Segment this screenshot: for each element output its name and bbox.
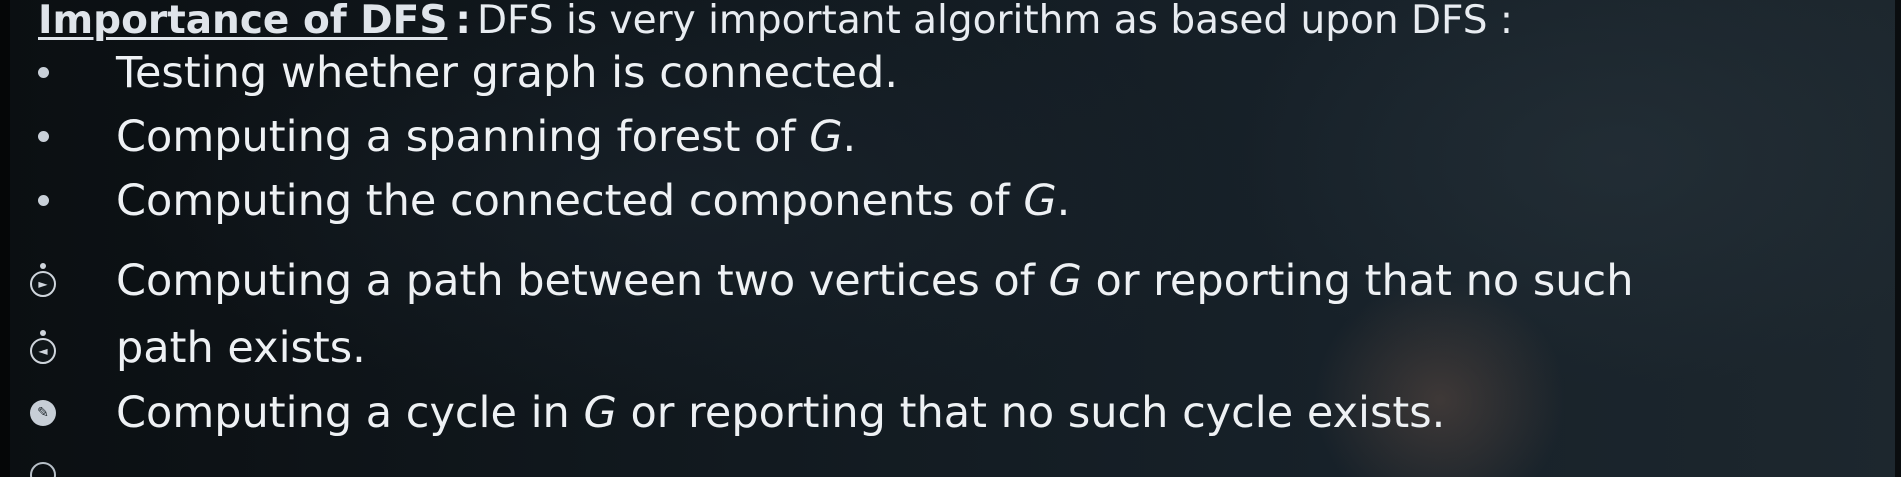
play-circle-icon[interactable]: ► (30, 263, 56, 297)
list-item: Computing the connected components of G. (38, 171, 1838, 231)
heading-separator: : (455, 0, 472, 43)
list-item: Testing whether graph is connected. (38, 43, 1838, 103)
list-item: ✎ Computing a cycle in G or reporting th… (30, 383, 1838, 443)
pencil-circle-icon[interactable]: ✎ (30, 400, 56, 426)
circle-icon[interactable] (30, 462, 56, 477)
bullet-dot (38, 195, 49, 206)
slide-screen: Importance of DFS: DFS is very important … (0, 0, 1901, 477)
slide-heading: Importance of DFS: DFS is very important … (38, 0, 1513, 48)
bullet-text: Computing a path between two vertices of… (116, 256, 1634, 306)
rewind-circle-icon[interactable]: ◄ (30, 330, 56, 364)
bullet-text: path exists. (116, 323, 366, 373)
bullet-dot (38, 131, 49, 142)
bullet-text: Computing the connected components of G. (116, 176, 1071, 226)
bullet-dot (38, 67, 49, 78)
screen-bezel-left (0, 0, 10, 477)
list-item: ► Computing a path between two vertices … (30, 251, 1838, 311)
heading-description: DFS is very important algorithm as based… (477, 0, 1514, 43)
list-item: ◄ path exists. (30, 318, 1838, 378)
screen-bezel-right (1895, 0, 1901, 477)
bullet-text: Testing whether graph is connected. (116, 48, 899, 98)
list-item: Computing a spanning forest of G. (38, 107, 1838, 167)
bullet-text: Computing a spanning forest of G. (116, 112, 857, 162)
heading-term: Importance of DFS (38, 0, 448, 43)
bullet-text: Computing a cycle in G or reporting that… (116, 388, 1446, 438)
